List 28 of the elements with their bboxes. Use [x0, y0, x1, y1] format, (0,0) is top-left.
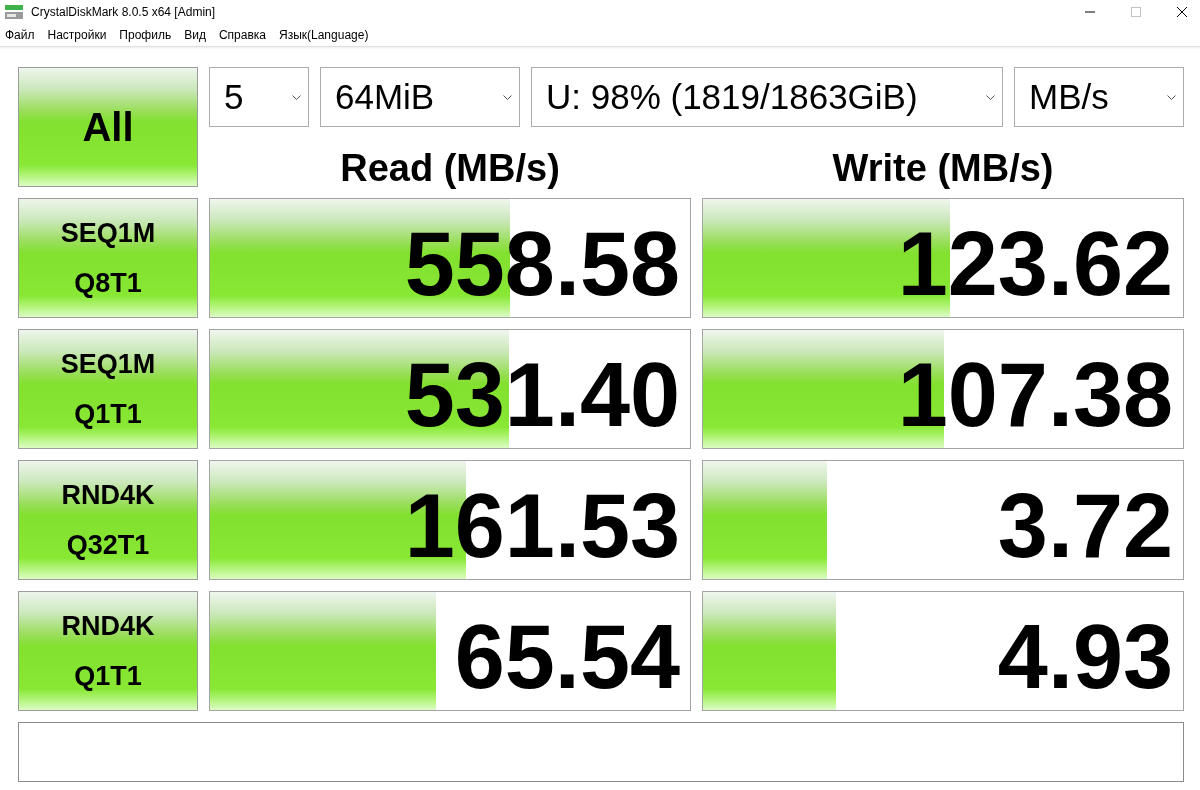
column-header: Write (MB/s) — [832, 147, 1054, 189]
score-value: 65.54 — [454, 612, 680, 702]
test-button[interactable]: SEQ1M Q1T1 — [18, 329, 198, 449]
menu-item[interactable]: Файл — [5, 28, 35, 42]
score-value: 3.72 — [997, 481, 1173, 571]
caret-icon — [986, 94, 995, 100]
close-icon[interactable] — [1177, 7, 1187, 17]
window-title: CrystalDiskMark 8.0.5 x64 [Admin] — [31, 5, 216, 19]
dropdown[interactable]: 5 — [209, 67, 309, 127]
dropdown[interactable]: 64MiB — [320, 67, 520, 127]
disk-drive-icon — [5, 5, 23, 19]
menu-item[interactable]: Справка — [218, 28, 266, 42]
menu-item[interactable]: Вид — [184, 28, 206, 42]
menu-item[interactable]: Профиль — [119, 28, 172, 42]
column-header: Read (MB/s) — [340, 147, 560, 189]
score-value: 4.93 — [997, 612, 1173, 702]
test-button[interactable]: RND4K Q32T1 — [18, 460, 198, 580]
dropdown[interactable]: U: 98% (1819/1863GiB) — [531, 67, 1003, 127]
caret-icon — [1167, 94, 1176, 100]
menu-item[interactable]: Язык(Language) — [278, 28, 369, 42]
dropdown[interactable]: MB/s — [1014, 67, 1184, 127]
menu-item[interactable]: Настройки — [47, 28, 107, 42]
test-button[interactable]: RND4K Q1T1 — [18, 591, 198, 711]
caret-icon — [503, 94, 512, 100]
test-button[interactable]: SEQ1M Q8T1 — [18, 198, 198, 318]
caret-icon — [292, 94, 301, 100]
all-button[interactable]: All — [18, 67, 198, 187]
comment-field[interactable] — [18, 722, 1184, 782]
